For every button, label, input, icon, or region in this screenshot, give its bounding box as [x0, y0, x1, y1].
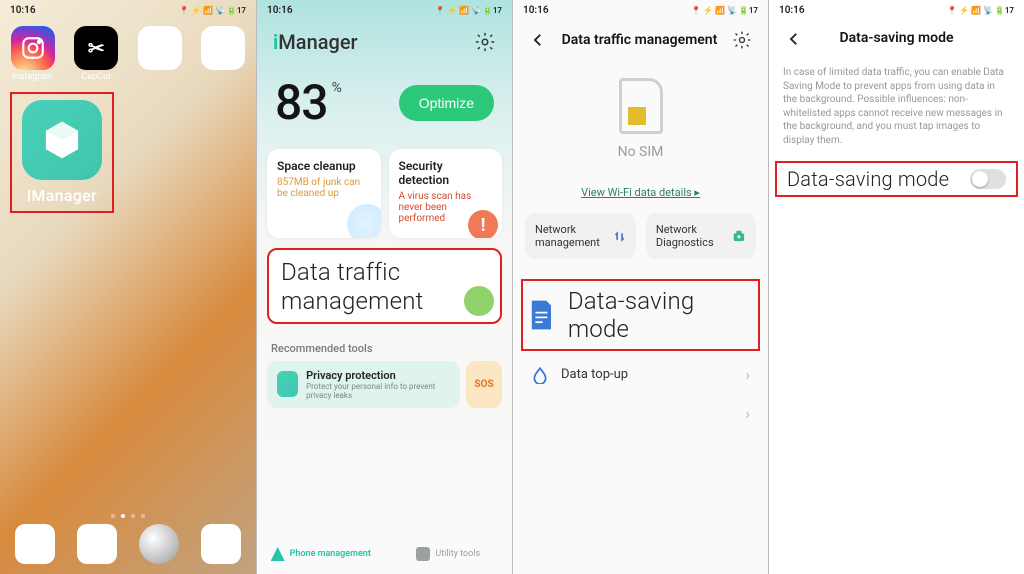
wifi-details-link[interactable]: View Wi-Fi data details ▸ [581, 186, 700, 199]
tab-icon [416, 547, 430, 561]
card-title: Space cleanup [277, 159, 371, 173]
status-bar: 10:16 📍 ⚡ 📶 📡 🔋17 [257, 0, 512, 20]
app-header: iManager [257, 20, 512, 60]
data-topup-row[interactable]: Data top-up › [513, 355, 768, 394]
tab-icon [271, 547, 285, 561]
card-desc: A virus scan has never been performed [399, 191, 493, 224]
status-bar: 10:16 📍 ⚡ 📶 📡 🔋17 [0, 0, 256, 20]
app-instagram[interactable]: Instagram [10, 26, 56, 82]
screen-title: Data-saving mode [839, 30, 953, 46]
diagnostics-icon [732, 226, 746, 246]
screen-title: Data traffic management [562, 32, 718, 48]
data-traffic-screen: 10:16 📍 ⚡ 📶 📡 🔋17 Data traffic managemen… [512, 0, 768, 574]
sos-card[interactable]: SOS [466, 361, 502, 408]
brand-rest: Manager [278, 30, 357, 54]
imanager-highlight[interactable]: iManager [10, 92, 114, 213]
no-sim-label: No SIM [618, 144, 664, 160]
imanager-icon [22, 100, 102, 180]
dock-app-2[interactable] [77, 524, 117, 564]
imanager-screen: 10:16 📍 ⚡ 📶 📡 🔋17 iManager 83% Optimize … [256, 0, 512, 574]
rec-title-text: Privacy protection [306, 369, 450, 382]
document-icon [527, 298, 556, 332]
status-time: 10:16 [267, 5, 293, 16]
sim-icon [619, 78, 663, 134]
brand: iManager [273, 30, 358, 54]
recommended-title: Recommended tools [271, 342, 498, 355]
home-screen: 10:16 📍 ⚡ 📶 📡 🔋17 Instagram ✂︎ CapCut iM… [0, 0, 256, 574]
updown-icon [613, 226, 626, 246]
status-icons: 📍 ⚡ 📶 📡 🔋17 [435, 6, 502, 15]
page-dots [0, 514, 256, 518]
app-blank-1[interactable] [137, 26, 183, 82]
gear-icon[interactable] [732, 30, 752, 50]
dock-app-1[interactable] [15, 524, 55, 564]
rec-desc-text: Protect your personal info to prevent pr… [306, 382, 450, 400]
gear-icon[interactable] [474, 31, 496, 53]
blank-icon [201, 26, 245, 70]
extra-row[interactable]: › [513, 394, 768, 433]
imanager-label: iManager [27, 186, 97, 205]
topup-icon [531, 366, 549, 384]
screen-header: Data-saving mode [769, 20, 1024, 56]
dock-app-4[interactable] [201, 524, 241, 564]
score-row: 83% Optimize [257, 60, 512, 149]
sim-status: No SIM [513, 60, 768, 168]
tab-phone-management[interactable]: Phone management [257, 534, 385, 574]
row-label: Data top-up [561, 367, 628, 382]
data-traffic-management-highlight[interactable]: Data traffic management [267, 248, 502, 324]
status-icons: 📍 ⚡ 📶 📡 🔋17 [947, 6, 1014, 15]
instagram-icon [11, 26, 55, 70]
card-desc: 857MB of junk can be cleaned up [277, 177, 371, 199]
btn-label: Network management [535, 223, 607, 249]
bottom-tabs: Phone management Utility tools [257, 534, 512, 574]
space-cleanup-card[interactable]: Space cleanup 857MB of junk can be clean… [267, 149, 381, 238]
info-cards: Space cleanup 857MB of junk can be clean… [257, 149, 512, 238]
screen-header: Data traffic management [513, 20, 768, 60]
status-time: 10:16 [10, 5, 36, 16]
blank-icon [138, 26, 182, 70]
app-blank-2[interactable] [201, 26, 247, 82]
back-icon[interactable] [785, 30, 803, 48]
network-buttons: Network management Network Diagnostics [513, 213, 768, 259]
status-time: 10:16 [523, 5, 549, 16]
dsm-title: Data-saving mode [568, 287, 754, 343]
toggle-label: Data-saving mode [787, 167, 949, 191]
network-management-button[interactable]: Network management [525, 213, 636, 259]
network-diagnostics-button[interactable]: Network Diagnostics [646, 213, 756, 259]
data-saving-toggle-row[interactable]: Data-saving mode [775, 161, 1018, 197]
btn-label: Network Diagnostics [656, 223, 726, 249]
status-icons: 📍 ⚡ 📶 📡 🔋17 [179, 6, 246, 15]
data-saving-mode-screen: 10:16 📍 ⚡ 📶 📡 🔋17 Data-saving mode In ca… [768, 0, 1024, 574]
dtm-title: Data traffic management [281, 258, 488, 316]
dock [0, 524, 256, 564]
status-bar: 10:16 📍 ⚡ 📶 📡 🔋17 [769, 0, 1024, 20]
tab-label: Phone management [290, 549, 371, 559]
cube-icon [277, 371, 298, 397]
data-saving-mode-highlight[interactable]: Data-saving mode [521, 279, 760, 351]
app-label: CapCut [81, 72, 111, 82]
card-title: Security detection [399, 159, 493, 187]
tab-label: Utility tools [435, 549, 480, 559]
security-detection-card[interactable]: Security detection A virus scan has neve… [389, 149, 503, 238]
info-text: In case of limited data traffic, you can… [769, 56, 1024, 161]
status-bar: 10:16 📍 ⚡ 📶 📡 🔋17 [513, 0, 768, 20]
status-icons: 📍 ⚡ 📶 📡 🔋17 [691, 6, 758, 15]
tab-utility-tools[interactable]: Utility tools [385, 534, 513, 574]
chevron-right-icon: › [745, 404, 750, 423]
recommended-row: Privacy protection Protect your personal… [267, 361, 502, 408]
toggle-switch[interactable] [970, 169, 1006, 189]
app-capcut[interactable]: ✂︎ CapCut [74, 26, 120, 82]
back-icon[interactable] [529, 31, 547, 49]
optimize-score: 83% [275, 74, 341, 131]
app-label: Instagram [12, 72, 53, 82]
optimize-button[interactable]: Optimize [399, 85, 494, 121]
capcut-icon: ✂︎ [74, 26, 118, 70]
privacy-protection-card[interactable]: Privacy protection Protect your personal… [267, 361, 460, 408]
app-row: Instagram ✂︎ CapCut [0, 20, 256, 88]
dock-app-3[interactable] [139, 524, 179, 564]
status-time: 10:16 [779, 5, 805, 16]
chevron-right-icon: › [745, 365, 750, 384]
